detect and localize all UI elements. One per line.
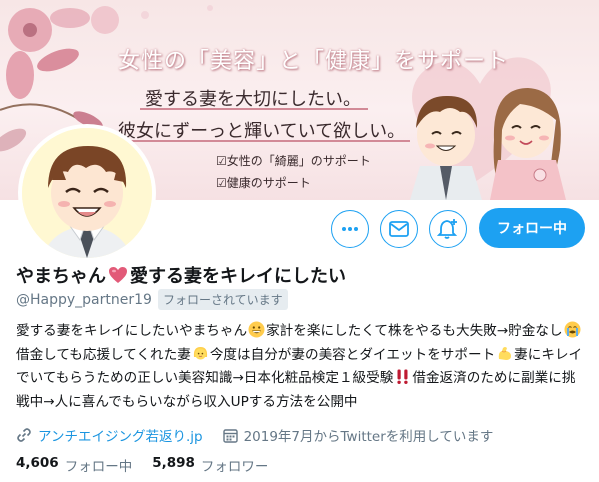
more-options-button[interactable] [331,210,369,248]
following-count: 4,606 [16,455,59,471]
crying-emoji-icon [564,321,581,338]
follow-counts: 4,606 フォロー中 5,898 フォロワー [16,455,268,475]
display-name: やまちゃん 愛する妻をキレイにしたい [16,262,346,288]
website-link[interactable]: アンチエイジング若返り.jp [38,425,203,445]
bio-text-4: 今度は自分が妻の美容とダイエットをサポート [209,346,496,363]
handle-row: @Happy_partner19 フォローされています [16,289,288,310]
display-name-part1: やまちゃん [16,266,106,287]
following-label: フォロー中 [64,459,133,475]
followers-label: フォロワー [200,459,269,475]
calendar-icon [222,428,238,443]
follows-you-badge: フォローされています [157,289,288,310]
heart-emoji-icon [109,267,127,283]
message-button[interactable] [380,210,418,248]
more-dots-icon [342,227,358,231]
envelope-icon [389,221,409,237]
woman-emoji-icon [192,345,209,362]
banner-headline: 女性の「美容」と「健康」をサポート [118,49,510,74]
user-handle: @Happy_partner19 [16,291,152,308]
banner-underline-2 [112,140,410,142]
following-button[interactable]: フォロー中 [479,208,585,248]
notifications-button[interactable] [429,210,467,248]
bio-text-3: 借金しても応援してくれた妻 [16,346,191,363]
following-stat[interactable]: 4,606 フォロー中 [16,455,132,475]
profile-bio: 愛する妻をキレイにしたいやまちゃん 家計を楽にしたくて株をやるも大失敗→貯金なし借… [16,320,584,414]
joined-date: 2019年7月からTwitterを利用しています [243,429,494,445]
profile-meta: アンチエイジング若返り.jp 2019年7月からTwitterを利用しています [16,425,493,445]
followers-count: 5,898 [152,455,195,471]
bio-text-2: 家計を楽にしたくて株をやるも大失敗→貯金なし [266,323,563,339]
flexed-biceps-emoji-icon [496,345,513,362]
banner-check-beauty: ☑女性の「綺麗」のサポート [216,154,371,168]
double-exclamation-emoji-icon [394,368,411,385]
banner-underline-1 [140,108,368,110]
link-icon [17,428,31,442]
avatar[interactable] [18,124,156,262]
display-name-part2: 愛する妻をキレイにしたい [130,266,346,287]
banner-check-health: ☑健康のサポート [216,176,311,190]
avatar-illustration [22,128,152,258]
bio-text-1: 愛する妻をキレイにしたいやまちゃん [16,323,248,339]
grinning-emoji-icon [248,321,265,338]
bell-plus-icon [437,219,458,239]
followers-stat[interactable]: 5,898 フォロワー [152,455,268,475]
